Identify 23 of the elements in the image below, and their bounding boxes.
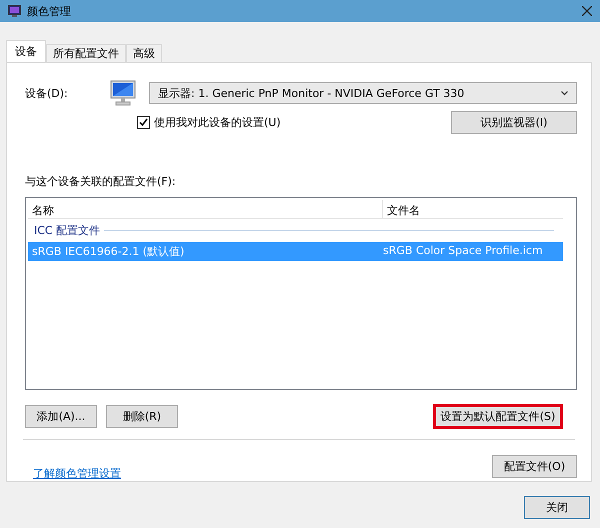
monitor-icon	[109, 79, 137, 107]
tab[interactable]: 高级	[126, 44, 162, 62]
close-icon[interactable]	[582, 6, 592, 16]
chevron-down-icon	[561, 90, 568, 96]
group-header: ICC 配置文件	[34, 223, 100, 238]
checkbox-label: 使用我对此设备的设置(U)	[154, 115, 281, 130]
close-button[interactable]: 关闭	[524, 496, 590, 519]
window-title: 颜色管理	[27, 4, 71, 18]
profiles-button[interactable]: 配置文件(O)	[492, 455, 577, 478]
action-button[interactable]: 删除(R)	[106, 405, 178, 428]
monitor-icon	[8, 5, 21, 17]
tab[interactable]: 所有配置文件	[46, 44, 126, 62]
device-label: 设备(D):	[25, 86, 69, 100]
column-header[interactable]: 文件名	[383, 200, 424, 218]
help-link[interactable]: 了解颜色管理设置	[33, 466, 121, 481]
column-header[interactable]: 名称	[28, 200, 383, 218]
action-button[interactable]: 添加(A)...	[25, 405, 97, 428]
device-dropdown[interactable]: 显示器: 1. Generic PnP Monitor - NVIDIA GeForce GT 330	[149, 82, 577, 104]
checkbox[interactable]	[137, 116, 150, 129]
action-button[interactable]: 设置为默认配置文件(S)	[433, 404, 563, 430]
profiles-label: 与这个设备关联的配置文件(F):	[25, 174, 177, 189]
identify-button[interactable]: 识别监视器(I)	[451, 111, 577, 134]
tab[interactable]: 设备	[6, 40, 46, 62]
